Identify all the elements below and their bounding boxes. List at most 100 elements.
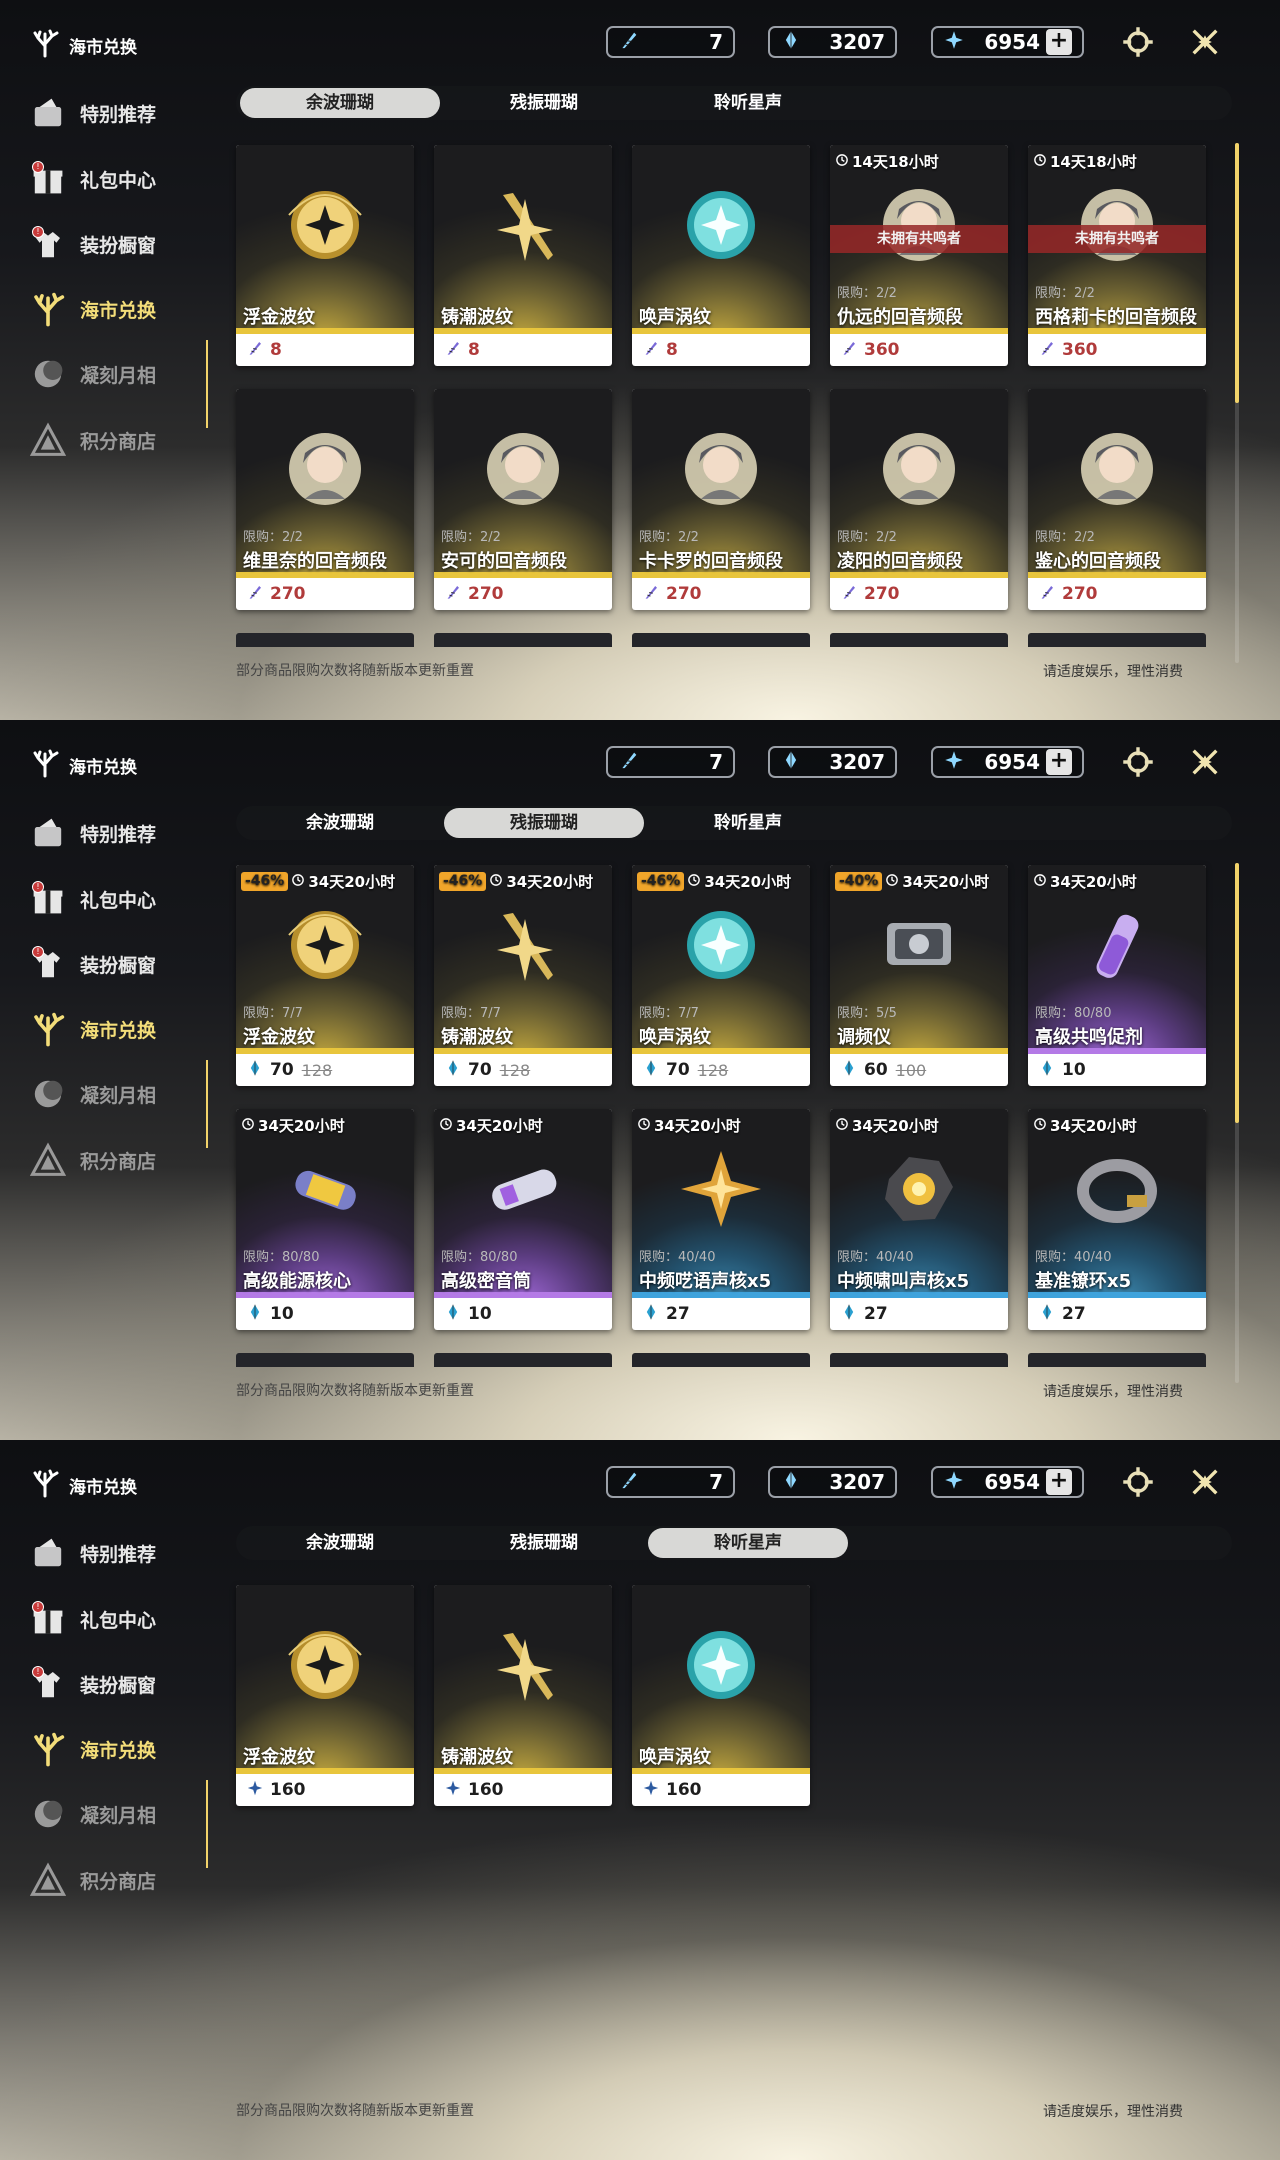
- exit-icon[interactable]: [1185, 22, 1225, 62]
- clock-icon: [835, 1117, 849, 1135]
- currency-value: 3207: [829, 1470, 885, 1494]
- shop-item-card[interactable]: 34天20小时 限购：40/40 基准镣环x5 27: [1028, 1109, 1206, 1330]
- shop-item-card[interactable]: 34天20小时 限购：80/80 高级共鸣促剂 10: [1028, 865, 1206, 1086]
- active-indicator: [206, 1780, 208, 1868]
- tab-2[interactable]: 聆听星声: [648, 88, 848, 118]
- next-row-card[interactable]: [1028, 1353, 1206, 1367]
- sidebar-item-moon-phase[interactable]: 凝刻月相: [28, 344, 208, 404]
- sidebar-item-label: 凝刻月相: [80, 1804, 157, 1827]
- tab-1[interactable]: 残振珊瑚: [444, 88, 644, 118]
- shop-item-card[interactable]: 限购：2/2 安可的回音频段 270: [434, 389, 612, 610]
- tab-1[interactable]: 残振珊瑚: [444, 1528, 644, 1558]
- shop-item-card[interactable]: -46% 34天20小时 限购：7/7 唤声涡纹 70 128: [632, 865, 810, 1086]
- sidebar-item-recommend[interactable]: 特别推荐: [28, 803, 208, 863]
- shop-item-card[interactable]: 限购：2/2 鉴心的回音频段 270: [1028, 389, 1206, 610]
- sidebar-item-label: 礼包中心: [80, 169, 157, 192]
- shop-item-card[interactable]: 34天20小时 限购：40/40 中频呓语声核x5 27: [632, 1109, 810, 1330]
- purchase-limit: 限购：2/2: [1035, 286, 1095, 301]
- sidebar-item-recommend[interactable]: 特别推荐: [28, 83, 208, 143]
- scrollbar-thumb[interactable]: [1235, 863, 1239, 1123]
- tab-0[interactable]: 余波珊瑚: [240, 1528, 440, 1558]
- shop-item-card[interactable]: 限购：2/2 卡卡罗的回音频段 270: [632, 389, 810, 610]
- notification-dot: !: [32, 881, 44, 893]
- clock-icon: [291, 873, 305, 891]
- price-row: 27: [830, 1298, 1008, 1330]
- feather-icon: [642, 339, 660, 361]
- target-icon[interactable]: [1118, 22, 1158, 62]
- shop-item-card[interactable]: 14天18小时 未拥有共鸣者 限购：2/2 仇远的回音频段 360: [830, 145, 1008, 366]
- next-row-card[interactable]: [830, 1353, 1008, 1367]
- shop-item-card[interactable]: 铸潮波纹 160: [434, 1585, 612, 1806]
- sidebar-item-outfit-showcase[interactable]: ! 装扮橱窗: [28, 934, 208, 994]
- sidebar-item-gift-center[interactable]: ! 礼包中心: [28, 149, 208, 209]
- sidebar-item-points-shop[interactable]: 积分商店: [28, 410, 208, 470]
- tab-2[interactable]: 聆听星声: [648, 1528, 848, 1558]
- next-row-card[interactable]: [1028, 633, 1206, 647]
- sidebar-item-sea-market[interactable]: 海市兑换: [28, 1719, 208, 1779]
- currency-value: 3207: [829, 30, 885, 54]
- star-icon: [943, 29, 965, 55]
- price-row: 360: [830, 334, 1008, 366]
- item-name: 卡卡罗的回音频段: [639, 551, 783, 572]
- shop-item-card[interactable]: 唤声涡纹 160: [632, 1585, 810, 1806]
- next-row-card[interactable]: [830, 633, 1008, 647]
- sidebar-item-gift-center[interactable]: ! 礼包中心: [28, 869, 208, 929]
- shop-item-card[interactable]: 34天20小时 限购：40/40 中频啸叫声核x5 27: [830, 1109, 1008, 1330]
- sidebar-item-sea-market[interactable]: 海市兑换: [28, 999, 208, 1059]
- portrait-icon: [883, 433, 955, 505]
- add-currency-button[interactable]: +: [1046, 29, 1072, 55]
- target-icon[interactable]: [1118, 742, 1158, 782]
- crystal-icon: [1038, 1059, 1056, 1081]
- add-currency-button[interactable]: +: [1046, 749, 1072, 775]
- next-row-card[interactable]: [236, 1353, 414, 1367]
- price-row: 10: [434, 1298, 612, 1330]
- shop-item-card[interactable]: 14天18小时 未拥有共鸣者 限购：2/2 西格莉卡的回音频段 360: [1028, 145, 1206, 366]
- shop-item-card[interactable]: 铸潮波纹 8: [434, 145, 612, 366]
- shop-item-card[interactable]: 浮金波纹 160: [236, 1585, 414, 1806]
- sidebar-item-label: 礼包中心: [80, 889, 157, 912]
- sidebar-item-moon-phase[interactable]: 凝刻月相: [28, 1784, 208, 1844]
- next-row-card[interactable]: [434, 1353, 612, 1367]
- shop-item-card[interactable]: 34天20小时 限购：80/80 高级密音筒 10: [434, 1109, 612, 1330]
- sidebar-item-recommend[interactable]: 特别推荐: [28, 1523, 208, 1583]
- timer: -46% 34天20小时: [637, 871, 791, 892]
- next-row-card[interactable]: [236, 633, 414, 647]
- shop-item-card[interactable]: -46% 34天20小时 限购：7/7 浮金波纹 70 128: [236, 865, 414, 1086]
- next-row-card[interactable]: [632, 633, 810, 647]
- cylinder-icon: [492, 1169, 557, 1210]
- price: 70: [666, 1060, 690, 1080]
- sidebar-item-points-shop[interactable]: 积分商店: [28, 1850, 208, 1910]
- feather-icon: [840, 339, 858, 361]
- tab-0[interactable]: 余波珊瑚: [240, 808, 440, 838]
- shop-item-card[interactable]: 34天20小时 限购：80/80 高级能源核心 10: [236, 1109, 414, 1330]
- sidebar-item-outfit-showcase[interactable]: ! 装扮橱窗: [28, 214, 208, 274]
- exit-icon[interactable]: [1185, 742, 1225, 782]
- shop-item-card[interactable]: -40% 34天20小时 限购：5/5 调频仪 60 100: [830, 865, 1008, 1086]
- clock-icon: [1033, 153, 1047, 171]
- exit-icon[interactable]: [1185, 1462, 1225, 1502]
- tab-1[interactable]: 残振珊瑚: [444, 808, 644, 838]
- next-row-card[interactable]: [632, 1353, 810, 1367]
- tab-2[interactable]: 聆听星声: [648, 808, 848, 838]
- timer: 34天20小时: [241, 1115, 345, 1136]
- price: 160: [666, 1780, 702, 1800]
- item-name: 铸潮波纹: [441, 1027, 513, 1048]
- shop-item-card[interactable]: 限购：2/2 凌阳的回音频段 270: [830, 389, 1008, 610]
- sidebar-item-label: 装扮橱窗: [80, 954, 157, 977]
- target-icon[interactable]: [1118, 1462, 1158, 1502]
- sidebar-item-points-shop[interactable]: 积分商店: [28, 1130, 208, 1190]
- sidebar-item-moon-phase[interactable]: 凝刻月相: [28, 1064, 208, 1124]
- crystal-icon: [246, 1059, 264, 1081]
- sidebar-item-gift-center[interactable]: ! 礼包中心: [28, 1589, 208, 1649]
- shop-item-card[interactable]: 浮金波纹 8: [236, 145, 414, 366]
- tab-0[interactable]: 余波珊瑚: [240, 88, 440, 118]
- sidebar-item-outfit-showcase[interactable]: ! 装扮橱窗: [28, 1654, 208, 1714]
- shop-item-card[interactable]: 唤声涡纹 8: [632, 145, 810, 366]
- orb-core-icon: [885, 1157, 953, 1221]
- shop-item-card[interactable]: -46% 34天20小时 限购：7/7 铸潮波纹 70 128: [434, 865, 612, 1086]
- shop-item-card[interactable]: 限购：2/2 维里奈的回音频段 270: [236, 389, 414, 610]
- next-row-card[interactable]: [434, 633, 612, 647]
- add-currency-button[interactable]: +: [1046, 1469, 1072, 1495]
- sidebar-item-sea-market[interactable]: 海市兑换: [28, 279, 208, 339]
- scrollbar-thumb[interactable]: [1235, 143, 1239, 403]
